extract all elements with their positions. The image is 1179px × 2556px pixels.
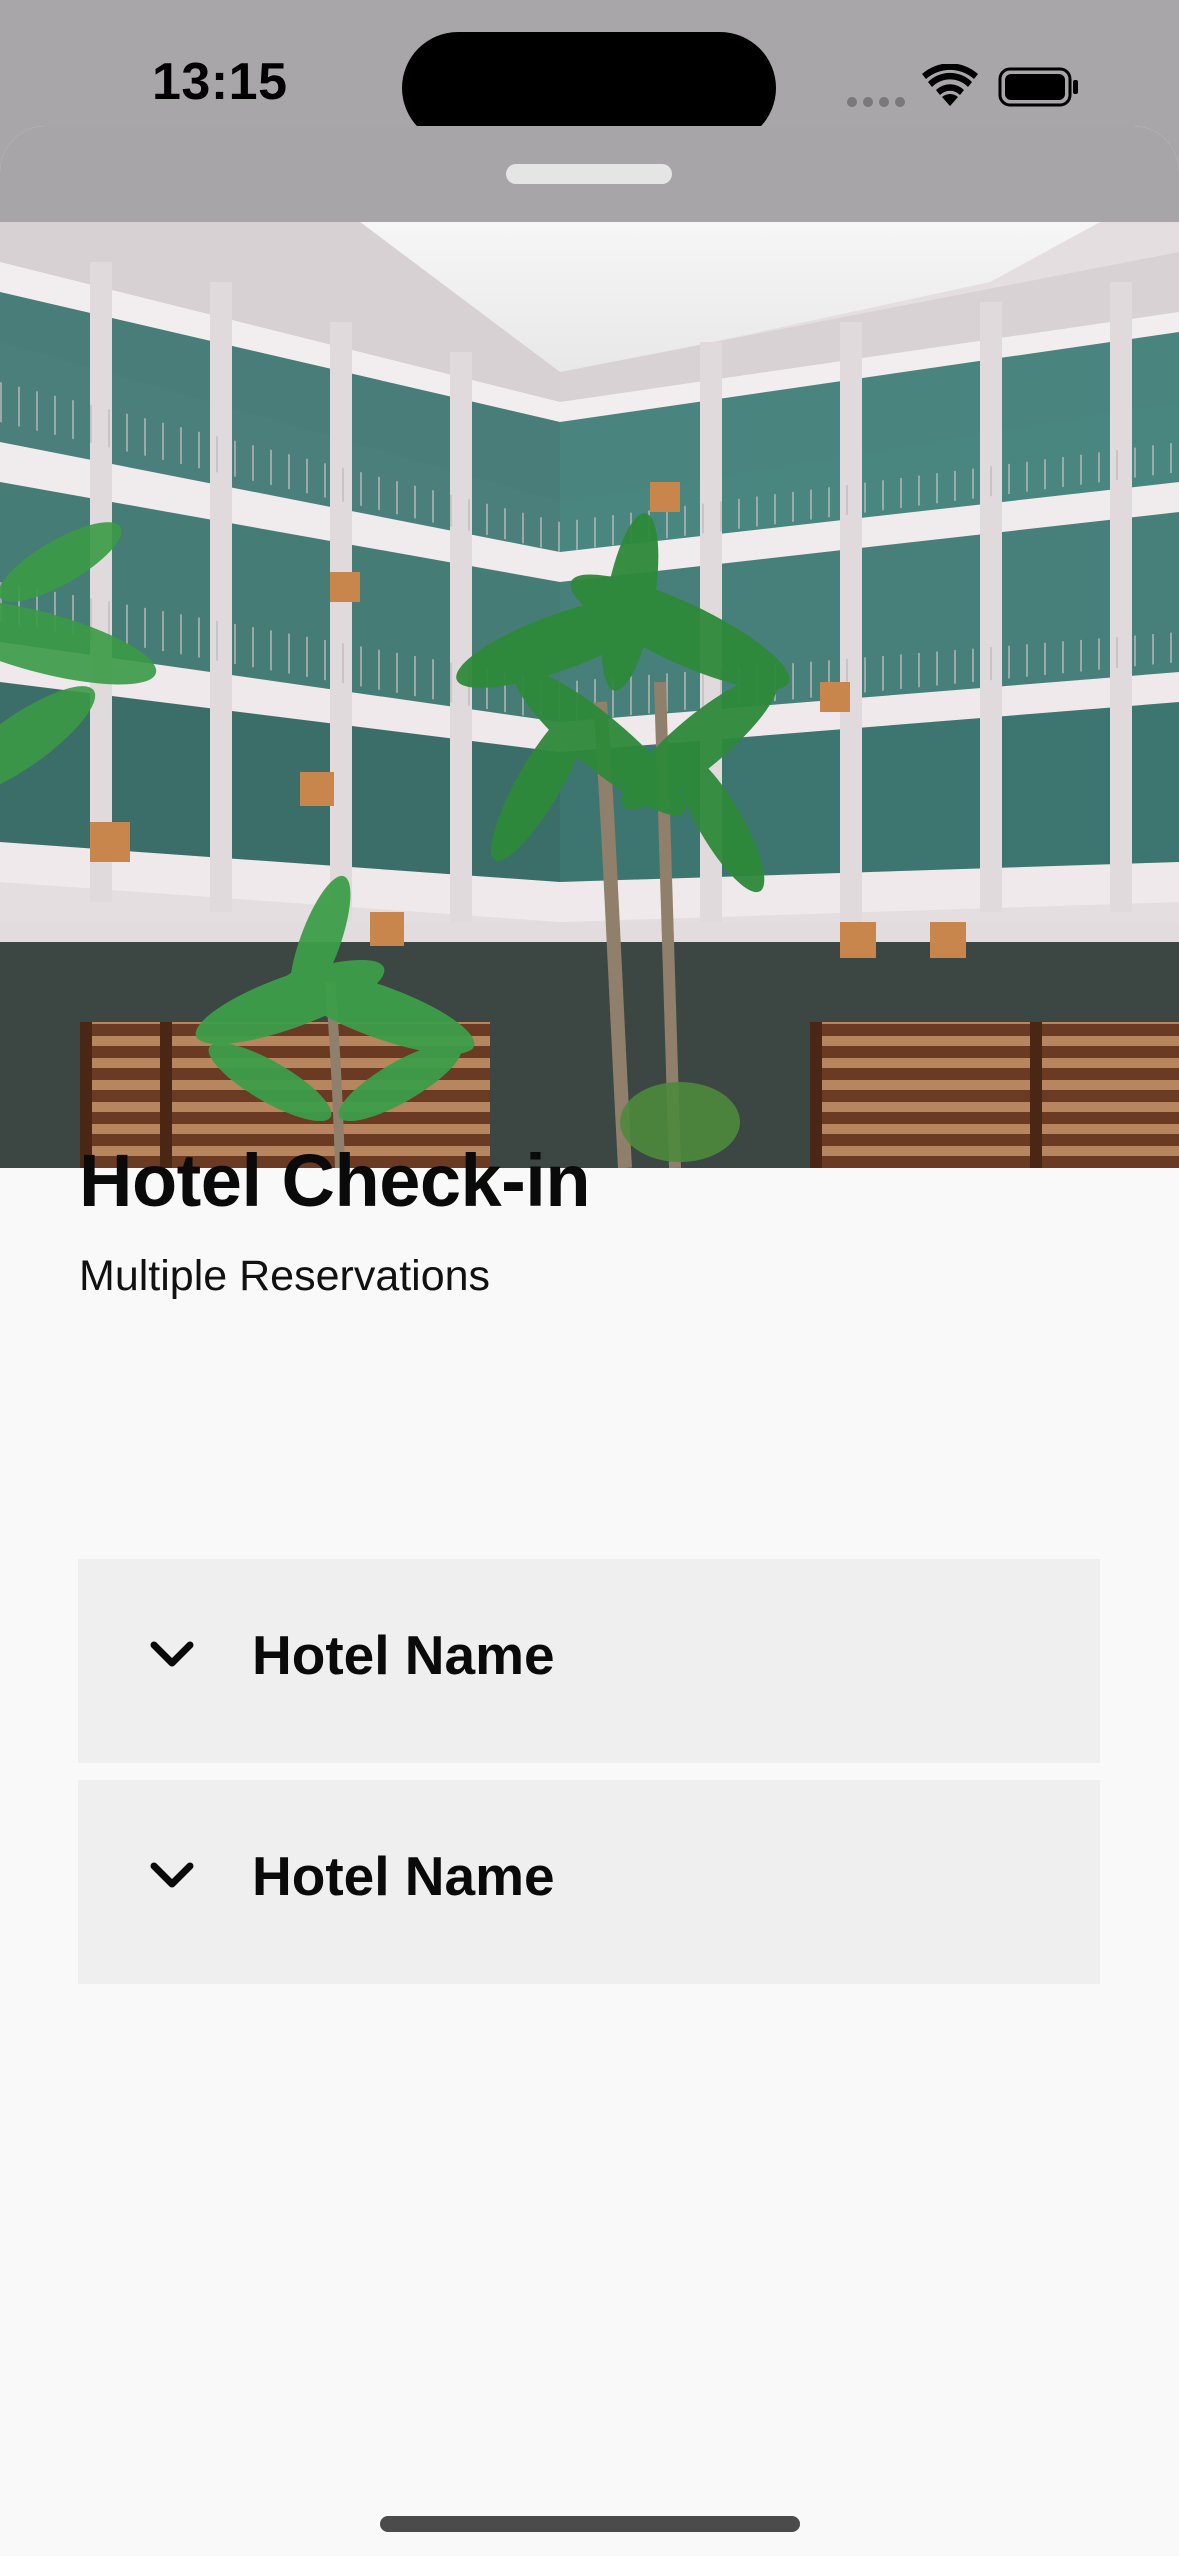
status-time: 13:15 xyxy=(152,53,288,111)
page-title: Hotel Check-in xyxy=(79,1139,591,1222)
screen: 13:15 Hotel Check-in Multiple Reservatio… xyxy=(0,0,1179,2556)
sheet-grabber[interactable] xyxy=(506,164,672,184)
sheet-header xyxy=(0,126,1179,222)
hotel-hero-image xyxy=(0,222,1179,1168)
reservation-accordion-1[interactable]: Hotel Name xyxy=(78,1559,1100,1763)
reservation-hotel-name: Hotel Name xyxy=(252,1624,555,1686)
page-subtitle: Multiple Reservations xyxy=(79,1252,491,1300)
cellular-signal-icon xyxy=(847,97,905,107)
reservation-accordion-2[interactable]: Hotel Name xyxy=(78,1780,1100,1984)
wifi-icon xyxy=(922,64,978,106)
chevron-down-icon xyxy=(150,1641,194,1667)
reservation-hotel-name: Hotel Name xyxy=(252,1845,555,1907)
home-indicator[interactable] xyxy=(380,2516,800,2532)
chevron-down-icon xyxy=(150,1862,194,1888)
battery-icon xyxy=(998,67,1078,107)
modal-sheet: Hotel Check-in Multiple Reservations Hot… xyxy=(0,126,1179,2556)
